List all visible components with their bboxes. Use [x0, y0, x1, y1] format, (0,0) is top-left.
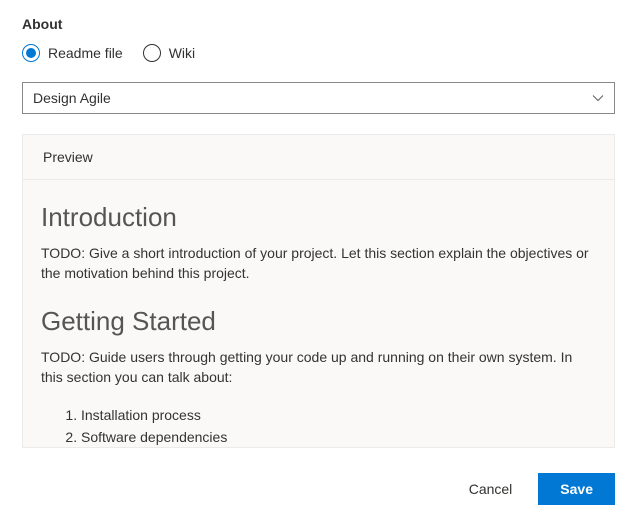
radio-unselected-icon — [143, 44, 161, 62]
cancel-button[interactable]: Cancel — [451, 473, 531, 505]
preview-ordered-list: Installation process Software dependenci… — [41, 405, 596, 447]
radio-readme-label: Readme file — [48, 45, 123, 61]
list-item: Software dependencies — [81, 427, 596, 447]
preview-paragraph-introduction: TODO: Give a short introduction of your … — [41, 243, 596, 284]
preview-panel: Preview Introduction TODO: Give a short … — [22, 134, 615, 448]
radio-selected-icon — [22, 44, 40, 62]
preview-heading-getting-started: Getting Started — [41, 306, 596, 337]
radio-readme-file[interactable]: Readme file — [22, 44, 123, 62]
save-button[interactable]: Save — [538, 473, 615, 505]
preview-tab-bar: Preview — [23, 135, 614, 180]
chevron-down-icon — [592, 92, 604, 104]
list-item: Installation process — [81, 405, 596, 427]
preview-paragraph-getting-started: TODO: Guide users through getting your c… — [41, 347, 596, 388]
dropdown-selected-value: Design Agile — [33, 90, 111, 106]
readme-source-dropdown[interactable]: Design Agile — [22, 82, 615, 114]
about-source-radio-group: Readme file Wiki — [22, 44, 615, 62]
radio-wiki[interactable]: Wiki — [143, 44, 195, 62]
dialog-button-bar: Cancel Save — [451, 473, 615, 505]
preview-content: Introduction TODO: Give a short introduc… — [23, 180, 614, 447]
preview-heading-introduction: Introduction — [41, 202, 596, 233]
radio-wiki-label: Wiki — [169, 45, 195, 61]
preview-tab[interactable]: Preview — [23, 135, 113, 179]
about-section-title: About — [22, 16, 615, 32]
